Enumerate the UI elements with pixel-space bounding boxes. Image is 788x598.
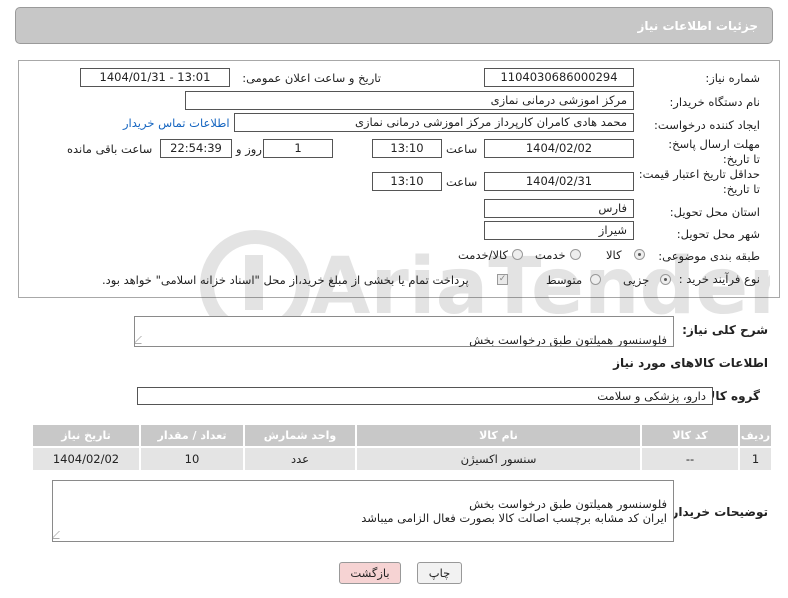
need-number-label: شماره نیاز: <box>705 71 760 85</box>
back-button[interactable]: بازگشت <box>339 562 401 584</box>
resize-handle[interactable] <box>135 336 149 344</box>
cell-goods-name: سنسور اکسیژن <box>355 446 642 472</box>
process-option-medium: متوسط <box>546 273 583 287</box>
purchase-process-label: نوع فرآیند خرید : <box>678 272 760 286</box>
category-option-goods: کالا <box>606 248 622 262</box>
delivery-city-label: شهر محل تحویل: <box>676 227 760 241</box>
category-radio-goods[interactable] <box>634 249 645 260</box>
buyer-notes-textarea[interactable]: فلوسنسور همیلتون طبق درخواست بخش ایران ک… <box>52 480 674 542</box>
days-field: 1 <box>263 139 333 158</box>
buyer-org-field: مرکز اموزشی درمانی نمازی <box>185 91 634 110</box>
need-description-text: فلوسنسور همیلتون طبق درخواست بخش ایران ک… <box>469 333 667 347</box>
goods-table: ردیف کد کالا نام کالا واحد شمارش تعداد /… <box>31 423 773 472</box>
reply-time-field: 13:10 <box>372 139 442 158</box>
price-validity-time-label: ساعت <box>446 175 478 189</box>
cell-quantity: 10 <box>139 446 245 472</box>
process-radio-minor[interactable] <box>660 274 671 285</box>
table-header-row: ردیف کد کالا نام کالا واحد شمارش تعداد /… <box>31 423 773 448</box>
buyer-notes-label: توضیحات خریدار: <box>666 505 768 519</box>
delivery-province-label: استان محل تحویل: <box>669 205 760 219</box>
cell-need-date: 1404/02/02 <box>31 446 141 472</box>
header-panel: جزئیات اطلاعات نیاز <box>15 7 773 44</box>
buyer-contact-link[interactable]: اطلاعات تماس خریدار <box>123 116 230 130</box>
process-radio-medium[interactable] <box>590 274 601 285</box>
remaining-time-field: 22:54:39 <box>160 139 232 158</box>
column-header-unit: واحد شمارش <box>243 423 357 448</box>
announce-datetime-label: تاریخ و ساعت اعلان عمومی: <box>242 71 381 85</box>
price-validity-label: حداقل تاریخ اعتبار قیمت: تا تاریخ: <box>638 167 760 196</box>
need-description-label: شرح کلی نیاز: <box>682 323 768 337</box>
category-label: طبقه بندی موضوعی: <box>658 249 760 263</box>
process-option-minor: جزیی <box>623 273 650 287</box>
column-header-row-number: ردیف <box>738 423 773 448</box>
delivery-province-field: فارس <box>484 199 634 218</box>
column-header-need-date: تاریخ نیاز <box>31 423 141 448</box>
goods-info-title: اطلاعات کالاهای مورد نیاز <box>613 356 768 370</box>
cell-row-number: 1 <box>738 446 773 472</box>
remaining-label: ساعت باقی مانده <box>67 142 153 156</box>
price-validity-date-field: 1404/02/31 <box>484 172 634 191</box>
treasury-payment-note: پرداخت تمام یا بخشی از مبلغ خرید،از محل … <box>102 273 469 287</box>
announce-datetime-field: 1404/01/31 - 13:01 <box>80 68 230 87</box>
reply-deadline-label: مهلت ارسال پاسخ: تا تاریخ: <box>668 137 760 166</box>
buyer-notes-text: فلوسنسور همیلتون طبق درخواست بخش ایران ک… <box>361 497 667 525</box>
category-radio-goods-service[interactable] <box>512 249 523 260</box>
need-number-field: 1104030686000294 <box>484 68 634 87</box>
delivery-city-field: شیراز <box>484 221 634 240</box>
cell-unit: عدد <box>243 446 357 472</box>
price-validity-time-field: 13:10 <box>372 172 442 191</box>
days-label: روز و <box>236 142 262 156</box>
buyer-org-label: نام دستگاه خریدار: <box>669 95 760 109</box>
category-radio-service[interactable] <box>570 249 581 260</box>
print-button[interactable]: چاپ <box>417 562 462 584</box>
resize-handle[interactable] <box>53 531 67 539</box>
column-header-goods-code: کد کالا <box>640 423 740 448</box>
cell-goods-code: -- <box>640 446 740 472</box>
reply-date-field: 1404/02/02 <box>484 139 634 158</box>
goods-group-field: دارو، پزشکی و سلامت <box>137 387 713 405</box>
column-header-goods-name: نام کالا <box>355 423 642 448</box>
need-description-textarea[interactable]: فلوسنسور همیلتون طبق درخواست بخش ایران ک… <box>134 316 674 347</box>
column-header-quantity: تعداد / مقدار <box>139 423 245 448</box>
table-row[interactable]: 1 -- سنسور اکسیژن عدد 10 1404/02/02 <box>31 446 773 472</box>
category-option-goods-service: کالا/خدمت <box>458 248 509 262</box>
requester-field: محمد هادی کامران کارپرداز مرکز اموزشی در… <box>234 113 634 132</box>
requester-label: ایجاد کننده درخواست: <box>654 118 760 132</box>
treasury-checkbox[interactable]: ✓ <box>497 274 508 285</box>
panel-title: جزئیات اطلاعات نیاز <box>637 19 758 33</box>
reply-time-label: ساعت <box>446 142 478 156</box>
category-option-service: خدمت <box>535 248 566 262</box>
